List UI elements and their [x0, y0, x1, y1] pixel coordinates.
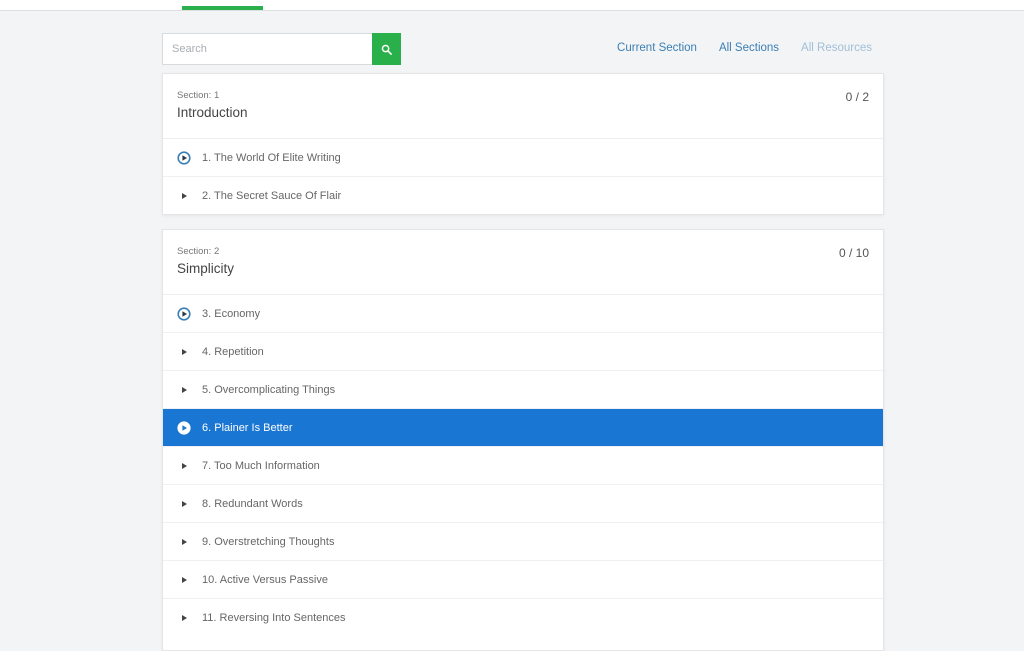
lesson-row[interactable]: 6. Plainer Is Better	[163, 409, 883, 447]
lesson-row[interactable]: 3. Economy	[163, 295, 883, 333]
search-icon	[381, 44, 392, 55]
lesson-row[interactable]: 7. Too Much Information	[163, 447, 883, 485]
lesson-title: 5. Overcomplicating Things	[202, 383, 336, 396]
lesson-title: 1. The World Of Elite Writing	[202, 151, 341, 164]
section-header: Section: 1 Introduction 0 / 2	[163, 74, 883, 139]
active-tab-indicator	[182, 6, 263, 10]
play-icon	[177, 611, 191, 625]
section-title: Introduction	[177, 105, 248, 120]
section-label: Section: 1	[177, 90, 220, 101]
lesson-title: 8. Redundant Words	[202, 497, 303, 510]
play-circle-icon	[177, 306, 191, 321]
play-circle-icon	[177, 420, 191, 435]
search-bar	[162, 33, 401, 65]
lesson-title: 2. The Secret Sauce Of Flair	[202, 190, 342, 202]
lesson-row[interactable]: 8. Redundant Words	[163, 485, 883, 523]
play-icon	[177, 383, 191, 397]
play-icon	[177, 535, 191, 549]
lesson-row[interactable]: 2. The Secret Sauce Of Flair	[163, 177, 883, 215]
section-card-2: Section: 2 Simplicity 0 / 10 3. Economy 4…	[162, 229, 884, 651]
search-button[interactable]	[372, 33, 401, 65]
lesson-row[interactable]: 4. Repetition	[163, 333, 883, 371]
filter-all-sections[interactable]: All Sections	[719, 42, 779, 54]
play-icon	[177, 459, 191, 473]
section-filters: Current Section All Sections All Resourc…	[617, 42, 872, 54]
lesson-title: 9. Overstretching Thoughts	[202, 535, 335, 548]
section-header: Section: 2 Simplicity 0 / 10	[163, 230, 883, 295]
play-circle-icon	[177, 150, 191, 165]
lesson-title: 6. Plainer Is Better	[202, 421, 293, 434]
play-icon	[177, 497, 191, 511]
lesson-row[interactable]: 10. Active Versus Passive	[163, 561, 883, 599]
lesson-title: 3. Economy	[202, 307, 261, 320]
section-progress: 0 / 10	[838, 246, 869, 260]
lesson-row[interactable]: 9. Overstretching Thoughts	[163, 523, 883, 561]
section-title: Simplicity	[177, 261, 235, 276]
lesson-list: 1. The World Of Elite Writing 2. The Secr…	[163, 139, 883, 215]
top-nav-bar	[0, 0, 1024, 11]
search-input[interactable]	[162, 33, 372, 65]
lesson-row[interactable]: 1. The World Of Elite Writing	[163, 139, 883, 177]
lesson-title: 11. Reversing Into Sentences	[202, 612, 346, 624]
filter-current-section[interactable]: Current Section	[617, 42, 697, 54]
lesson-row[interactable]: 11. Reversing Into Sentences	[163, 599, 883, 637]
play-icon	[177, 345, 191, 359]
lesson-title: 4. Repetition	[202, 345, 264, 358]
lesson-list: 3. Economy 4. Repetition 5. Overcomplicati…	[163, 295, 883, 637]
play-icon	[177, 189, 191, 203]
section-progress: 0 / 2	[845, 90, 869, 104]
section-label: Section: 2	[177, 246, 220, 257]
section-card-1: Section: 1 Introduction 0 / 2 1. The Wor…	[162, 73, 884, 215]
filter-all-resources[interactable]: All Resources	[801, 42, 872, 54]
lesson-title: 7. Too Much Information	[202, 459, 320, 472]
lesson-row[interactable]: 5. Overcomplicating Things	[163, 371, 883, 409]
lesson-title: 10. Active Versus Passive	[202, 573, 328, 586]
play-icon	[177, 573, 191, 587]
